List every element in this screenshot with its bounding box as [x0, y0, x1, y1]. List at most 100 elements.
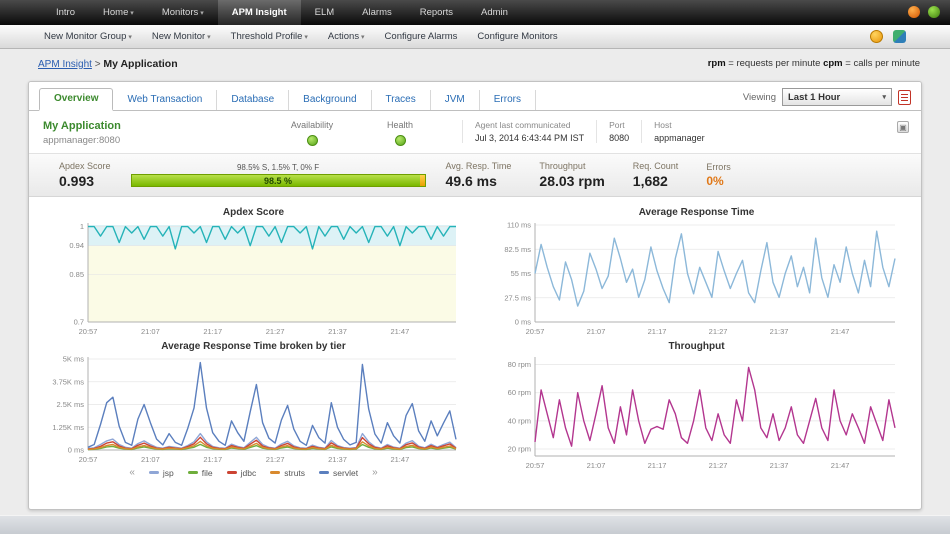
svg-text:21:37: 21:37	[769, 327, 788, 336]
legend-item-servlet[interactable]: servlet	[319, 468, 358, 478]
throughput-metric: Throughput 28.03 rpm	[525, 161, 618, 189]
svg-text:5K ms: 5K ms	[62, 355, 84, 364]
units-note: rpm = requests per minute cpm = calls pe…	[708, 58, 920, 69]
actions-menu[interactable]: Actions	[318, 31, 375, 42]
avg-response-chart-title: Average Response Time	[486, 207, 907, 218]
legend-scroll-right-icon[interactable]: »	[372, 467, 378, 478]
world-view-icon[interactable]	[893, 30, 906, 43]
port-block: Port 8080	[596, 120, 641, 143]
svg-text:21:27: 21:27	[708, 327, 727, 336]
legend-scroll-left-icon[interactable]: «	[129, 467, 135, 478]
availability-status-icon[interactable]	[307, 135, 318, 146]
alert-status-icon[interactable]	[908, 6, 920, 18]
configure-monitors-link[interactable]: Configure Monitors	[467, 31, 567, 42]
sla-progress-bar[interactable]: 98.5 %	[131, 174, 426, 187]
svg-text:21:07: 21:07	[140, 327, 159, 336]
svg-text:21:17: 21:17	[203, 455, 222, 464]
tier-chart-legend: « jsp file jdbc struts servlet »	[43, 465, 464, 480]
availability-block: Availability	[268, 120, 356, 146]
charts-grid: Apdex Score 0.70.850.94120:5721:0721:172…	[29, 197, 921, 480]
legend-item-file[interactable]: file	[188, 468, 213, 478]
req-count-label: Req. Count	[633, 161, 679, 171]
tab-web-transaction[interactable]: Web Transaction	[113, 90, 217, 110]
cpm-term: cpm	[823, 58, 843, 69]
top-nav: Intro Home Monitors APM Insight ELM Alar…	[0, 0, 950, 25]
metrics-bar: Apdex Score 0.993 98.5% S, 1.5% T, 0% F …	[29, 154, 921, 197]
pdf-export-icon[interactable]	[898, 90, 911, 105]
configure-alarms-link[interactable]: Configure Alarms	[375, 31, 468, 42]
legend-item-jsp[interactable]: jsp	[149, 468, 174, 478]
throughput-chart-block: Throughput 20 rpm40 rpm60 rpm80 rpm20:57…	[486, 337, 907, 480]
svg-text:80 rpm: 80 rpm	[507, 360, 530, 369]
svg-text:1: 1	[79, 222, 83, 231]
action-toolbar: New Monitor Group New Monitor Threshold …	[0, 25, 950, 49]
port-label: Port	[609, 120, 629, 130]
tab-background[interactable]: Background	[289, 90, 371, 110]
svg-text:2.5K ms: 2.5K ms	[56, 400, 84, 409]
expand-icon[interactable]: ▣	[897, 121, 909, 133]
throughput-label: Throughput	[539, 161, 604, 171]
svg-text:55 ms: 55 ms	[510, 269, 531, 278]
apdex-chart-title: Apdex Score	[43, 207, 464, 218]
rpm-term: rpm	[708, 58, 726, 69]
breadcrumb-apm-insight-link[interactable]: APM Insight	[38, 59, 92, 70]
app-name[interactable]: My Application	[43, 120, 268, 132]
svg-text:21:27: 21:27	[708, 461, 727, 470]
sla-caption: 98.5% S, 1.5% T, 0% F	[131, 163, 426, 172]
nav-item-apm-insight[interactable]: APM Insight	[218, 0, 301, 25]
feedback-smiley-icon[interactable]	[870, 30, 883, 43]
svg-text:82.5 ms: 82.5 ms	[504, 245, 531, 254]
port-value: 8080	[609, 133, 629, 143]
time-range-select[interactable]: Last 1 Hour ▾	[782, 88, 892, 106]
breadcrumb: APM Insight > My Application	[38, 58, 178, 70]
svg-text:0 ms: 0 ms	[514, 318, 531, 327]
nav-item-admin[interactable]: Admin	[467, 0, 522, 25]
apdex-chart-block: Apdex Score 0.70.850.94120:5721:0721:172…	[43, 203, 464, 337]
svg-text:21:47: 21:47	[830, 327, 849, 336]
svg-text:1.25K ms: 1.25K ms	[52, 423, 84, 432]
svg-text:27.5 ms: 27.5 ms	[504, 293, 531, 302]
tab-overview[interactable]: Overview	[39, 88, 113, 111]
tier-chart-block: Average Response Time broken by tier 0 m…	[43, 337, 464, 480]
svg-text:21:37: 21:37	[769, 461, 788, 470]
svg-text:21:07: 21:07	[586, 461, 605, 470]
nav-item-alarms[interactable]: Alarms	[348, 0, 406, 25]
threshold-profile-menu[interactable]: Threshold Profile	[221, 31, 318, 42]
nav-item-intro[interactable]: Intro	[42, 0, 89, 25]
legend-item-struts[interactable]: struts	[270, 468, 305, 478]
nav-item-home[interactable]: Home	[89, 0, 148, 25]
svg-text:20 rpm: 20 rpm	[507, 444, 530, 453]
legend-label: file	[202, 468, 213, 478]
apdex-chart: 0.70.850.94120:5721:0721:1721:2721:3721:…	[44, 219, 464, 337]
nav-item-monitors[interactable]: Monitors	[148, 0, 218, 25]
legend-marker-icon	[270, 471, 280, 474]
svg-text:20:57: 20:57	[78, 327, 97, 336]
tab-traces[interactable]: Traces	[372, 90, 431, 110]
legend-label: servlet	[333, 468, 358, 478]
support-icon[interactable]	[928, 6, 940, 18]
svg-text:21:47: 21:47	[830, 461, 849, 470]
svg-text:40 rpm: 40 rpm	[507, 416, 530, 425]
svg-text:21:07: 21:07	[140, 455, 159, 464]
health-status-icon[interactable]	[395, 135, 406, 146]
tab-jvm[interactable]: JVM	[431, 90, 480, 110]
svg-text:21:27: 21:27	[265, 455, 284, 464]
tab-errors[interactable]: Errors	[480, 90, 536, 110]
cpm-definition: = calls per minute	[845, 58, 920, 69]
new-monitor-menu[interactable]: New Monitor	[142, 31, 221, 42]
avg-resp-value: 49.6 ms	[446, 173, 512, 189]
host-label: Host	[654, 120, 705, 130]
agent-communicated-value: Jul 3, 2014 6:43:44 PM IST	[475, 133, 584, 143]
legend-label: jdbc	[241, 468, 257, 478]
footer-strip	[0, 515, 950, 534]
svg-text:20:57: 20:57	[525, 327, 544, 336]
host-block: Host appmanager	[641, 120, 717, 143]
legend-item-jdbc[interactable]: jdbc	[227, 468, 257, 478]
new-monitor-group-menu[interactable]: New Monitor Group	[34, 31, 142, 42]
nav-item-elm[interactable]: ELM	[301, 0, 349, 25]
availability-label: Availability	[268, 120, 356, 130]
tab-database[interactable]: Database	[217, 90, 289, 110]
svg-text:21:17: 21:17	[203, 327, 222, 336]
legend-marker-icon	[227, 471, 237, 474]
nav-item-reports[interactable]: Reports	[406, 0, 467, 25]
